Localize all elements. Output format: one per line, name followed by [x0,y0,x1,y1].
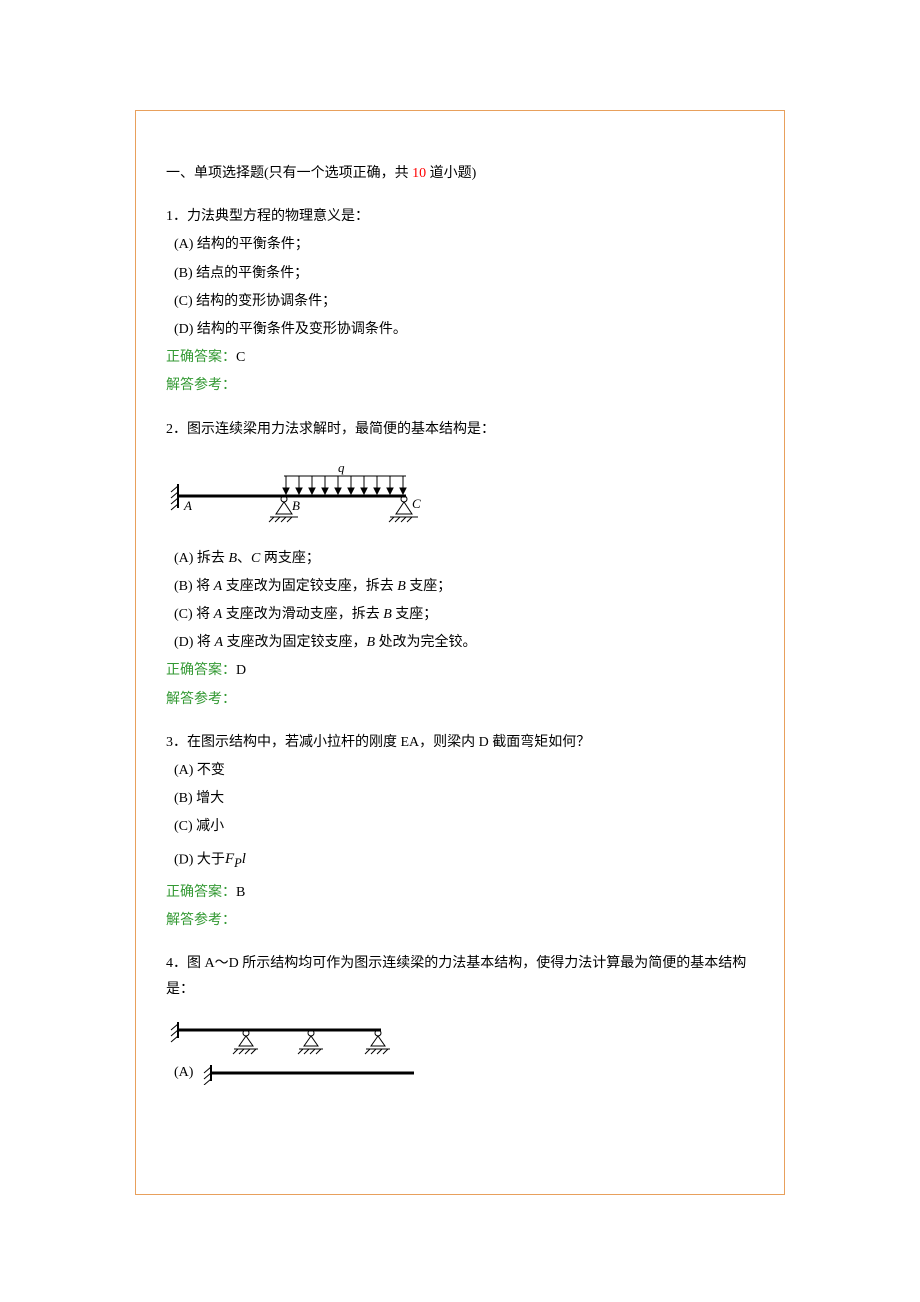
q2-answer-value: D [236,663,246,678]
question-4: 4．图 A～D 所示结构均可作为图示连续梁的力法基本结构，使得力法计算最为简便的… [166,951,754,1085]
pt-c-label: C [412,496,421,511]
q4-option-a-label: (A) [174,1060,193,1085]
q3-option-a: (A) 不变 [174,758,754,783]
section-title-suffix: 道小题) [426,166,476,181]
q1-stem: 1．力法典型方程的物理意义是： [166,204,754,229]
q3-explain-label: 解答参考： [166,908,754,933]
q2-explain-label: 解答参考： [166,687,754,712]
q2-stem: 2．图示连续梁用力法求解时，最简便的基本结构是： [166,417,754,442]
q2-option-a: (A) 拆去 B、C 两支座； [174,546,754,571]
q4-beam-diagram-a [199,1063,419,1085]
q4-option-a: (A) [174,1060,754,1085]
q2-beam-diagram: q [166,462,754,530]
question-3: 3．在图示结构中，若减小拉杆的刚度 EA，则梁内 D 截面弯矩如何？ (A) 不… [166,730,754,934]
section-title: 一、单项选择题(只有一个选项正确，共 10 道小题) [166,161,754,186]
q1-answer-value: C [236,350,245,365]
q2-option-c: (C) 将 A 支座改为滑动支座，拆去 B 支座； [174,602,754,627]
q2-answer-label: 正确答案： [166,663,236,678]
q3-option-b: (B) 增大 [174,786,754,811]
q2-option-d: (D) 将 A 支座改为固定铰支座，B 处改为完全铰。 [174,630,754,655]
q1-answer: 正确答案：C [166,345,754,370]
question-2: 2．图示连续梁用力法求解时，最简便的基本结构是： q [166,417,754,712]
q4-beam-diagram-1 [166,1022,754,1056]
q2-answer: 正确答案：D [166,658,754,683]
formula-fpl: FPl [225,851,246,867]
q1-option-c: (C) 结构的变形协调条件； [174,289,754,314]
page-border: 一、单项选择题(只有一个选项正确，共 10 道小题) 1．力法典型方程的物理意义… [135,110,785,1195]
q3-answer-value: B [236,885,245,900]
q1-answer-label: 正确答案： [166,350,236,365]
q3-answer: 正确答案：B [166,880,754,905]
q1-explain-label: 解答参考： [166,373,754,398]
q4-stem: 4．图 A～D 所示结构均可作为图示连续梁的力法基本结构，使得力法计算最为简便的… [166,951,754,1001]
section-count: 10 [412,166,426,181]
section-title-prefix: 一、单项选择题(只有一个选项正确，共 [166,166,412,181]
pt-b-label: B [292,498,300,513]
q1-option-a: (A) 结构的平衡条件； [174,232,754,257]
question-1: 1．力法典型方程的物理意义是： (A) 结构的平衡条件； (B) 结点的平衡条件… [166,204,754,398]
load-label-q: q [338,462,345,475]
q1-option-d: (D) 结构的平衡条件及变形协调条件。 [174,317,754,342]
q3-stem: 3．在图示结构中，若减小拉杆的刚度 EA，则梁内 D 截面弯矩如何？ [166,730,754,755]
q2-option-b: (B) 将 A 支座改为固定铰支座，拆去 B 支座； [174,574,754,599]
q1-option-b: (B) 结点的平衡条件； [174,261,754,286]
q3-option-d: (D) 大于FPl [174,846,754,875]
pt-a-label: A [183,498,192,513]
q3-answer-label: 正确答案： [166,885,236,900]
q3-option-c: (C) 减小 [174,814,754,839]
